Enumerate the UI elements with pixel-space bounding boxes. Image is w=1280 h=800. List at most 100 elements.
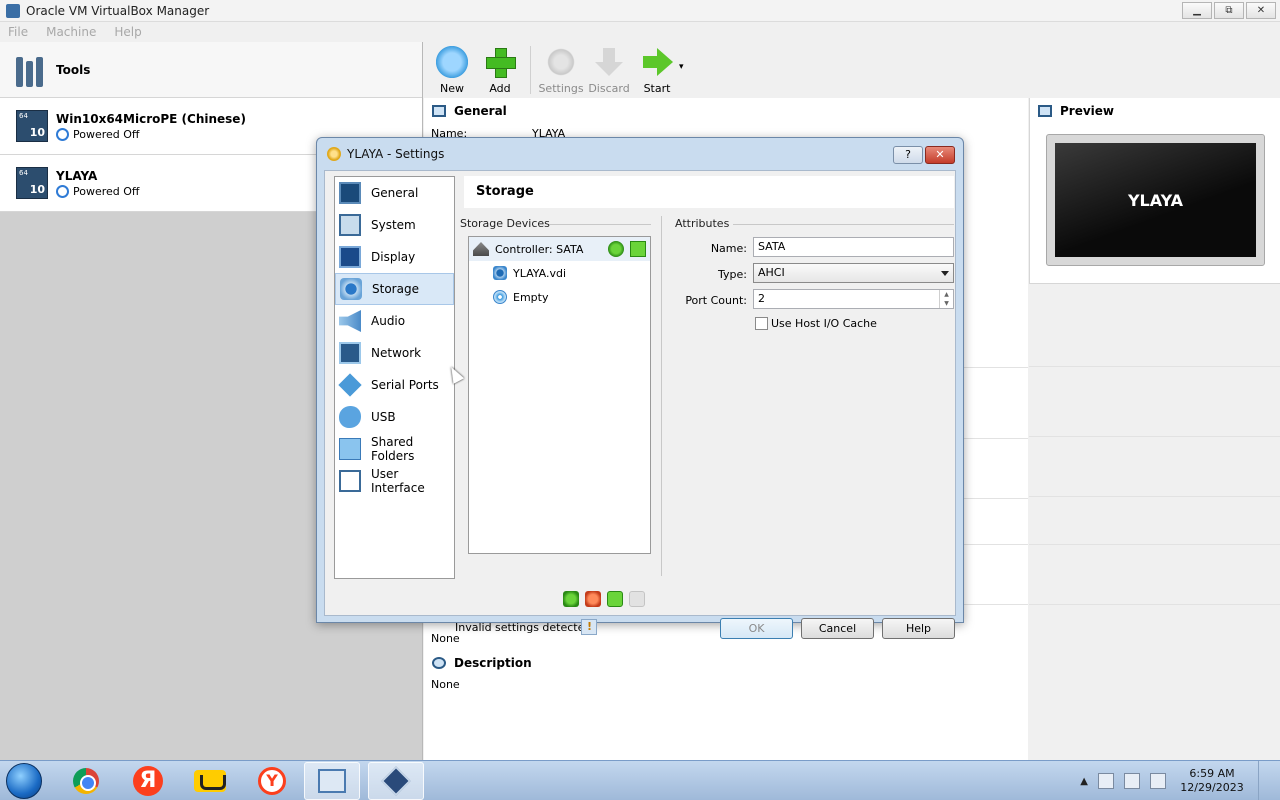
add-controller-icon[interactable] [563,591,579,607]
port-count-stepper[interactable]: 2 ▲ ▼ [753,289,954,309]
yandex-icon: Я [133,766,163,796]
general-icon [339,182,361,204]
add-attachment-icon[interactable] [607,591,623,607]
use-host-io-cache-label: Use Host I/O Cache [771,317,877,330]
category-general[interactable]: General [335,177,454,209]
dialog-body: General System Display Storage Audio Net… [324,170,956,639]
display-icon [339,246,361,268]
clock[interactable]: 6:59 AM 12/29/2023 [1176,767,1248,795]
action-center-flag-icon[interactable] [1098,773,1114,789]
use-host-io-cache-checkbox[interactable] [755,317,768,330]
discard-button[interactable]: Discard [585,42,633,98]
cancel-button[interactable]: Cancel [801,618,874,639]
category-display[interactable]: Display [335,241,454,273]
serial-port-icon [338,373,362,397]
close-button[interactable]: ✕ [1246,2,1276,19]
menu-machine[interactable]: Machine [46,25,96,39]
page-title: Storage [464,176,954,208]
add-button[interactable]: Add [476,42,524,98]
add-hard-disk-icon[interactable] [630,241,646,257]
taskbar-market[interactable] [182,762,238,800]
show-desktop-button[interactable] [1258,761,1270,800]
general-monitor-icon [432,105,446,117]
controller-name-input[interactable]: SATA [753,237,954,257]
category-system[interactable]: System [335,209,454,241]
type-label: Type: [718,268,747,281]
dialog-close-button[interactable]: ✕ [925,146,955,164]
remove-controller-icon[interactable] [585,591,601,607]
menu-help[interactable]: Help [114,25,141,39]
description-section-header[interactable]: Description [424,650,540,676]
storage-devices-label: Storage Devices [460,217,550,230]
taskbar-yandex-browser[interactable]: Y [244,762,300,800]
maximize-button[interactable]: ⧉ [1214,2,1244,19]
category-audio[interactable]: Audio [335,305,454,337]
settings-button[interactable]: Settings [537,42,585,98]
taskbar-virtualbox[interactable] [368,762,424,800]
taskbar: Я Y ▲ 6:59 AM 12/29/2023 [0,760,1280,800]
tools-label: Tools [56,62,91,77]
new-button[interactable]: New [428,42,476,98]
market-icon [194,770,226,792]
vm-name: YLAYA [56,168,98,183]
folder-icon [339,438,361,460]
add-optical-drive-icon[interactable] [608,241,624,257]
ok-button[interactable]: OK [720,618,793,639]
controller-sata-row[interactable]: Controller: SATA [469,237,650,261]
category-shared-folders[interactable]: Shared Folders [335,433,454,465]
power-off-icon [56,127,69,141]
controller-icon [473,242,489,256]
tools-item[interactable]: Tools [0,42,422,98]
taskbar-yandex[interactable]: Я [120,762,176,800]
preview-vm-name: YLAYA [1055,143,1256,257]
hard-disk-icon [493,266,507,280]
vm-state: Powered Off [56,184,140,198]
power-off-icon [56,184,69,198]
category-user-interface[interactable]: User Interface [335,465,454,497]
category-storage[interactable]: Storage [335,273,454,305]
volume-muted-icon[interactable] [1150,773,1166,789]
category-usb[interactable]: USB [335,401,454,433]
window-title: Oracle VM VirtualBox Manager [26,3,210,18]
minimize-button[interactable]: ▁ [1182,2,1212,19]
warning-icon[interactable] [581,619,597,635]
main-titlebar: Oracle VM VirtualBox Manager ▁ ⧉ ✕ [0,0,1280,22]
description-icon [432,657,446,669]
preview-monitor-icon [1038,105,1052,117]
network-icon[interactable] [1124,773,1140,789]
storage-tree-tools [563,591,645,607]
controller-type-select[interactable]: AHCI [753,263,954,283]
user-interface-icon [339,470,361,492]
general-section-header[interactable]: General [424,98,1028,124]
preview-section-header[interactable]: Preview [1030,98,1280,124]
attributes-label: Attributes [675,217,730,230]
usb-icon [339,406,361,428]
taskbar-control-panel[interactable] [304,762,360,800]
device-row-vdi[interactable]: YLAYA.vdi [469,261,650,285]
chrome-icon [73,768,99,794]
spin-buttons[interactable]: ▲ ▼ [939,290,953,308]
toolbar-separator [530,46,531,94]
main-toolbar: New Add Settings Discard Start ▾ [424,42,1280,98]
invalid-settings-text: Invalid settings detected [455,621,592,634]
category-serial-ports[interactable]: Serial Ports [335,369,454,401]
help-button[interactable]: Help [882,618,955,639]
name-label: Name: [710,242,747,255]
start-button[interactable] [6,763,42,799]
storage-icon [340,278,362,300]
dialog-help-button[interactable]: ? [893,146,923,164]
yandex-browser-icon: Y [258,767,286,795]
start-dropdown-icon[interactable]: ▾ [679,62,684,98]
category-network[interactable]: Network [335,337,454,369]
virtualbox-icon [381,766,411,796]
storage-tree: Controller: SATA YLAYA.vdi Empty [468,236,651,554]
optical-disc-icon [493,290,507,304]
taskbar-chrome[interactable] [58,762,114,800]
menubar: File Machine Help [0,22,1280,42]
show-hidden-icons-icon[interactable]: ▲ [1080,776,1088,787]
settings-category-list: General System Display Storage Audio Net… [334,176,455,579]
remove-attachment-icon[interactable] [629,591,645,607]
device-row-empty[interactable]: Empty [469,285,650,309]
menu-file[interactable]: File [8,25,28,39]
start-button[interactable]: Start [633,42,681,98]
